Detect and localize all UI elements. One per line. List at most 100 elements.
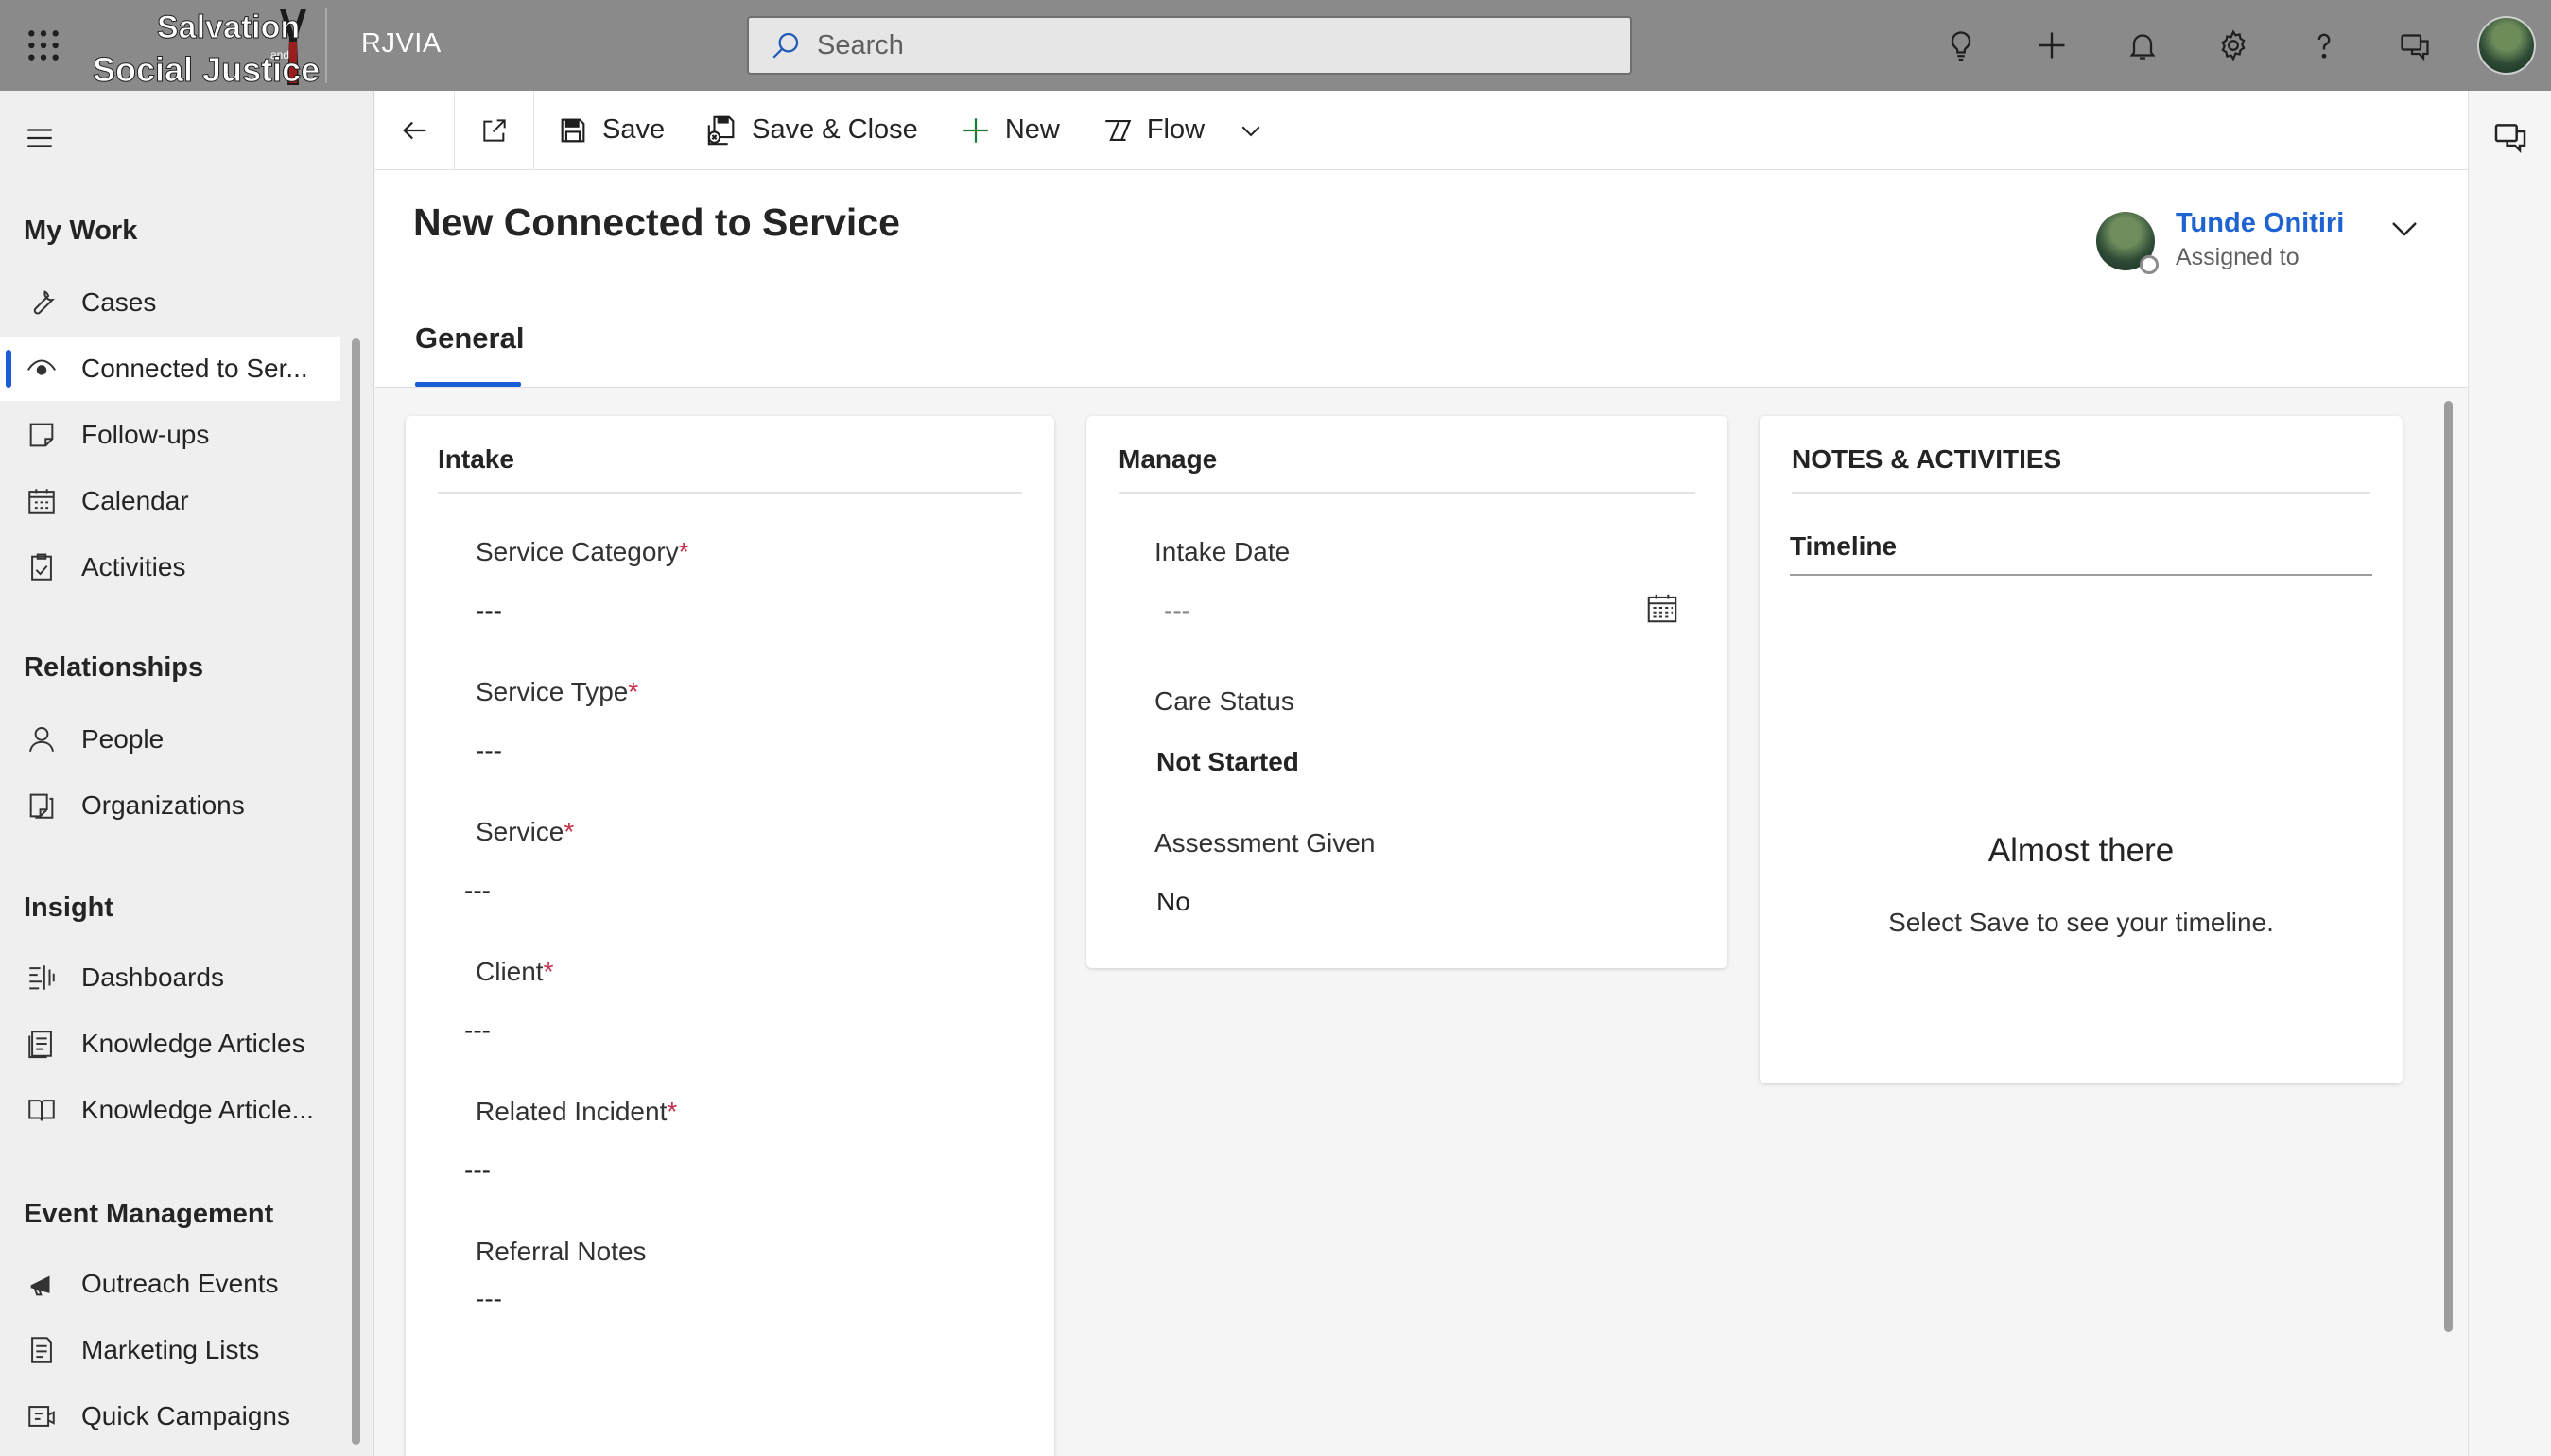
sidebar-item-activities[interactable]: Activities: [0, 535, 340, 599]
flow-icon: [1105, 119, 1132, 141]
help-icon[interactable]: [2279, 0, 2369, 91]
flow-button[interactable]: Flow: [1081, 91, 1225, 170]
svg-text:Social Justice: Social Justice: [93, 50, 320, 87]
chat-icon[interactable]: [2491, 117, 2529, 155]
organization-logo[interactable]: Salvation and Social Justice: [91, 4, 325, 87]
logo-divider: [325, 8, 327, 83]
sidebar-item-connected-to-service[interactable]: Connected to Ser...: [0, 337, 340, 401]
section-title: Intake: [438, 444, 514, 474]
assessment-given-field[interactable]: No: [1156, 887, 1190, 917]
service-category-field[interactable]: ---: [476, 596, 502, 626]
header-expand-button[interactable]: [2382, 206, 2427, 251]
main-scrollbar[interactable]: [2444, 401, 2453, 1332]
tab-general[interactable]: General: [415, 321, 524, 355]
sidebar-item-label: Activities: [81, 552, 186, 581]
open-in-new-window-button[interactable]: [455, 90, 534, 170]
sidebar-item-quick-campaigns[interactable]: Quick Campaigns: [0, 1384, 340, 1448]
section-title: Manage: [1119, 444, 1218, 474]
chevron-down-icon: [1241, 126, 1260, 136]
timeline-title: Timeline: [1790, 531, 1898, 561]
clipboard-icon: [23, 548, 61, 586]
new-label: New: [1004, 114, 1060, 145]
sidebar-item-cases[interactable]: Cases: [0, 270, 340, 335]
top-bar: Salvation and Social Justice RJVIA: [0, 0, 2551, 91]
nav-scrollbar[interactable]: [352, 338, 360, 1445]
sidebar-item-label: People: [81, 724, 165, 754]
intake-date-field[interactable]: ---: [1164, 596, 1190, 626]
lightbulb-icon[interactable]: [1916, 0, 2006, 91]
user-avatar[interactable]: [2477, 16, 2536, 75]
sidebar-item-outreach-events[interactable]: Outreach Events: [0, 1252, 340, 1316]
connected-eye-icon: [23, 350, 61, 388]
hamburger-menu-icon[interactable]: [19, 117, 61, 159]
gear-icon[interactable]: [2188, 0, 2279, 91]
command-bar: Save Save & Close New Flow: [375, 90, 2468, 170]
nav-group-my-work: My Work: [24, 216, 138, 246]
megaphone-icon: [23, 1265, 61, 1303]
sidebar-item-knowledge-articles-2[interactable]: Knowledge Article...: [0, 1078, 340, 1142]
calendar-icon: [23, 482, 61, 520]
search-icon: [770, 26, 807, 64]
list-icon: [23, 1331, 61, 1369]
wrench-icon: [23, 284, 61, 321]
referral-notes-label: Referral Notes: [476, 1237, 647, 1266]
form-body: Intake Service Category* --- Service Typ…: [375, 388, 2468, 1456]
service-category-label: Service Category*: [476, 537, 689, 566]
timeline-divider: [1790, 574, 2372, 576]
sidebar-item-label: Calendar: [81, 486, 189, 515]
care-status-field[interactable]: Not Started: [1156, 747, 1299, 777]
sidebar-item-knowledge-articles[interactable]: Knowledge Articles: [0, 1012, 340, 1076]
dashboard-icon: [23, 959, 61, 997]
app-name[interactable]: RJVIA: [361, 28, 442, 60]
assessment-given-label: Assessment Given: [1154, 828, 1376, 858]
note-icon: [23, 416, 61, 454]
intake-date-label: Intake Date: [1154, 537, 1291, 566]
section-divider: [1119, 492, 1695, 494]
save-label: Save: [602, 114, 666, 145]
sidebar-item-organizations[interactable]: Organizations: [0, 773, 340, 838]
sidebar-item-marketing-lists[interactable]: Marketing Lists: [0, 1318, 340, 1382]
section-divider: [438, 492, 1022, 494]
sidebar-item-label: Follow-ups: [81, 420, 210, 449]
service-type-field[interactable]: ---: [476, 736, 502, 766]
service-field[interactable]: ---: [464, 875, 491, 906]
left-navigation: My Work Cases Connected to Ser... Follow…: [0, 91, 374, 1456]
save-and-close-button[interactable]: Save & Close: [685, 91, 939, 170]
sidebar-item-calendar[interactable]: Calendar: [0, 469, 340, 533]
form-header: New Connected to Service Tunde Onitiri A…: [375, 170, 2468, 388]
popout-icon: [482, 118, 506, 142]
client-field[interactable]: ---: [464, 1015, 491, 1046]
back-button[interactable]: [375, 90, 455, 170]
save-button[interactable]: Save: [534, 91, 685, 170]
sidebar-item-people[interactable]: People: [0, 707, 340, 771]
campaign-icon: [23, 1397, 61, 1435]
new-button[interactable]: New: [939, 91, 1081, 170]
calendar-icon[interactable]: [1644, 590, 1680, 626]
sidebar-item-label: Marketing Lists: [81, 1335, 260, 1364]
search-box[interactable]: [747, 16, 1632, 75]
plus-icon: [963, 117, 988, 143]
more-commands-button[interactable]: [1225, 91, 1276, 170]
owner-name-link[interactable]: Tunde Onitiri: [2176, 208, 2344, 239]
related-incident-field[interactable]: ---: [464, 1155, 491, 1186]
search-input[interactable]: [817, 29, 1611, 61]
sidebar-item-follow-ups[interactable]: Follow-ups: [0, 403, 340, 467]
presence-status-icon: [2140, 255, 2159, 274]
timeline-empty-message: Select Save to see your timeline.: [1888, 908, 2274, 937]
sidebar-item-label: Connected to Ser...: [81, 354, 308, 383]
app-launcher-icon[interactable]: [19, 21, 68, 70]
nav-group-event-management: Event Management: [24, 1199, 274, 1229]
book-icon: [23, 1091, 61, 1129]
organization-icon: [23, 787, 61, 824]
bell-icon[interactable]: [2097, 0, 2188, 91]
save-icon: [561, 118, 585, 142]
chat-icon[interactable]: [2369, 0, 2460, 91]
section-divider: [1792, 492, 2370, 494]
sidebar-item-dashboards[interactable]: Dashboards: [0, 945, 340, 1010]
sidebar-item-label: Dashboards: [81, 962, 224, 992]
nav-group-relationships: Relationships: [24, 652, 204, 683]
referral-notes-field[interactable]: ---: [476, 1284, 502, 1314]
save-close-icon: [707, 115, 735, 145]
plus-icon[interactable]: [2006, 0, 2097, 91]
article-icon: [23, 1025, 61, 1063]
